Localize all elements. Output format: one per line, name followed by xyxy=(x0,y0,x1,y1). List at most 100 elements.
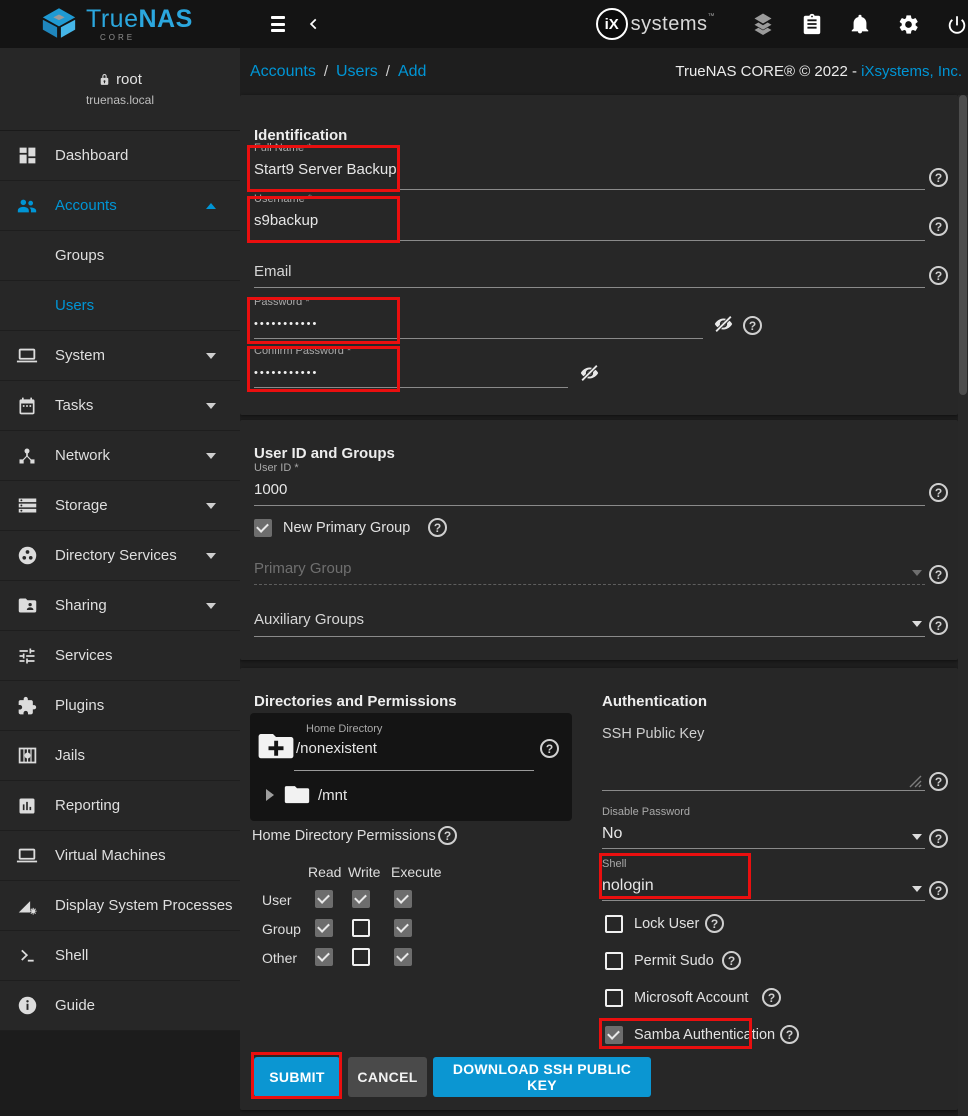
collapse-chevron-icon[interactable] xyxy=(307,16,321,32)
auxiliary-groups-select[interactable]: Auxiliary Groups xyxy=(254,611,364,628)
permissions-help-icon[interactable]: ? xyxy=(438,826,457,845)
sidebar-item-storage[interactable]: Storage xyxy=(0,481,240,531)
sidebar-item-services[interactable]: Services xyxy=(0,631,240,681)
main-area: Accounts / Users / Add TrueNAS CORE® © 2… xyxy=(240,48,968,1116)
resize-grip-icon[interactable] xyxy=(908,774,923,794)
sidebar-item-shell[interactable]: Shell xyxy=(0,931,240,981)
submit-button[interactable]: SUBMIT xyxy=(254,1057,340,1097)
folder-icon xyxy=(284,784,310,810)
sidebar-item-plugins[interactable]: Plugins xyxy=(0,681,240,731)
tree-expand-icon[interactable] xyxy=(266,789,274,801)
new-primary-group-checkbox[interactable] xyxy=(254,519,272,537)
shell-help-icon[interactable]: ? xyxy=(929,881,948,900)
truecommand-icon[interactable] xyxy=(751,12,775,36)
confirm-password-visibility-off-icon[interactable] xyxy=(578,362,601,389)
lock-user-help-icon[interactable]: ? xyxy=(705,914,724,933)
sidebar-item-directory-services[interactable]: Directory Services xyxy=(0,531,240,581)
sidebar-item-guide[interactable]: Guide xyxy=(0,981,240,1031)
folder-plus-icon[interactable] xyxy=(258,731,294,766)
samba-authentication-help-icon[interactable]: ? xyxy=(780,1025,799,1044)
cancel-button[interactable]: CANCEL xyxy=(348,1057,427,1097)
sidebar-item-users[interactable]: Users xyxy=(0,281,240,331)
perm-other-write-checkbox[interactable] xyxy=(352,948,370,966)
lock-user-checkbox[interactable] xyxy=(605,915,623,933)
email-input[interactable]: Email xyxy=(254,263,292,280)
scrollbar-thumb[interactable] xyxy=(959,95,967,395)
user-id-help-icon[interactable]: ? xyxy=(929,483,948,502)
sidebar-item-jails[interactable]: Jails xyxy=(0,731,240,781)
storage-stack-icon xyxy=(15,495,39,516)
download-ssh-public-key-button[interactable]: DOWNLOAD SSH PUBLIC KEY xyxy=(433,1057,651,1097)
tree-item-mnt[interactable]: /mnt xyxy=(318,787,347,804)
primary-group-dropdown-icon xyxy=(912,570,922,576)
perm-group-write-checkbox[interactable] xyxy=(352,919,370,937)
ssh-public-key-textarea[interactable] xyxy=(602,790,925,791)
confirm-password-input[interactable]: ••••••••••• xyxy=(254,367,318,379)
permit-sudo-checkbox[interactable] xyxy=(605,952,623,970)
ixsystems-link[interactable]: iXsystems, Inc. xyxy=(861,63,962,80)
disable-password-help-icon[interactable]: ? xyxy=(929,829,948,848)
settings-gear-icon[interactable] xyxy=(897,13,920,36)
sidebar-item-system[interactable]: System xyxy=(0,331,240,381)
truenas-logo-icon xyxy=(40,7,78,40)
username-help-icon[interactable]: ? xyxy=(929,217,948,236)
perm-group-execute-checkbox[interactable] xyxy=(394,919,412,937)
full-name-help-icon[interactable]: ? xyxy=(929,168,948,187)
section-title-directories: Directories and Permissions xyxy=(254,693,457,710)
perm-user-write-checkbox[interactable] xyxy=(352,890,370,908)
perm-other-execute-checkbox[interactable] xyxy=(394,948,412,966)
hamburger-menu-icon[interactable] xyxy=(271,16,285,32)
sidebar-item-tasks[interactable]: Tasks xyxy=(0,381,240,431)
samba-authentication-checkbox[interactable] xyxy=(605,1026,623,1044)
chevron-down-icon xyxy=(206,403,216,409)
disable-password-select[interactable]: No xyxy=(602,825,622,843)
sidebar-item-dashboard[interactable]: Dashboard xyxy=(0,131,240,181)
password-help-icon[interactable]: ? xyxy=(743,316,762,335)
power-icon[interactable] xyxy=(946,13,968,36)
shell-label: Shell xyxy=(602,858,626,870)
perm-group-read-checkbox[interactable] xyxy=(315,919,333,937)
sidebar-item-display-system-processes[interactable]: Display System Processes xyxy=(0,881,240,931)
breadcrumb-users[interactable]: Users xyxy=(336,63,378,81)
username-input[interactable]: s9backup xyxy=(254,212,318,229)
ssh-public-key-help-icon[interactable]: ? xyxy=(929,772,948,791)
new-primary-group-help-icon[interactable]: ? xyxy=(428,518,447,537)
sidebar-item-accounts[interactable]: Accounts xyxy=(0,181,240,231)
breadcrumb-add[interactable]: Add xyxy=(398,63,426,81)
password-visibility-off-icon[interactable] xyxy=(712,313,735,340)
copyright-text: TrueNAS CORE® © 2022 - iXsystems, Inc. xyxy=(675,63,962,80)
truenas-logo[interactable]: TrueNAS CORE xyxy=(40,7,193,42)
puzzle-icon xyxy=(15,696,39,716)
breadcrumb-accounts[interactable]: Accounts xyxy=(250,63,316,81)
perm-user-execute-checkbox[interactable] xyxy=(394,890,412,908)
perm-other-read-checkbox[interactable] xyxy=(315,948,333,966)
full-name-input[interactable]: Start9 Server Backup xyxy=(254,161,397,178)
shell-select[interactable]: nologin xyxy=(602,877,654,895)
email-help-icon[interactable]: ? xyxy=(929,266,948,285)
tasks-clipboard-icon[interactable] xyxy=(801,12,823,36)
vertical-scrollbar[interactable] xyxy=(958,95,968,1116)
primary-group-select[interactable]: Primary Group xyxy=(254,560,352,577)
home-directory-input[interactable]: /nonexistent xyxy=(296,740,377,757)
password-input[interactable]: ••••••••••• xyxy=(254,318,318,330)
microsoft-account-help-icon[interactable]: ? xyxy=(762,988,781,1007)
primary-group-help-icon[interactable]: ? xyxy=(929,565,948,584)
user-id-groups-section: User ID and Groups User ID * 1000 ? New … xyxy=(240,420,958,660)
microsoft-account-checkbox[interactable] xyxy=(605,989,623,1007)
sidebar-item-reporting[interactable]: Reporting xyxy=(0,781,240,831)
notifications-bell-icon[interactable] xyxy=(849,12,871,36)
auxiliary-groups-help-icon[interactable]: ? xyxy=(929,616,948,635)
sidebar-item-groups[interactable]: Groups xyxy=(0,231,240,281)
permit-sudo-help-icon[interactable]: ? xyxy=(722,951,741,970)
home-directory-help-icon[interactable]: ? xyxy=(540,739,559,758)
network-hub-icon xyxy=(15,446,39,466)
shell-dropdown-icon xyxy=(912,886,922,892)
sidebar-item-sharing[interactable]: Sharing xyxy=(0,581,240,631)
brand-name: TrueNAS xyxy=(86,7,193,32)
full-name-label: Full Name * xyxy=(254,142,311,154)
sidebar-item-network[interactable]: Network xyxy=(0,431,240,481)
user-id-input[interactable]: 1000 xyxy=(254,481,287,498)
perm-user-read-checkbox[interactable] xyxy=(315,890,333,908)
sidebar-item-virtual-machines[interactable]: Virtual Machines xyxy=(0,831,240,881)
perm-row-user-label: User xyxy=(262,892,292,908)
